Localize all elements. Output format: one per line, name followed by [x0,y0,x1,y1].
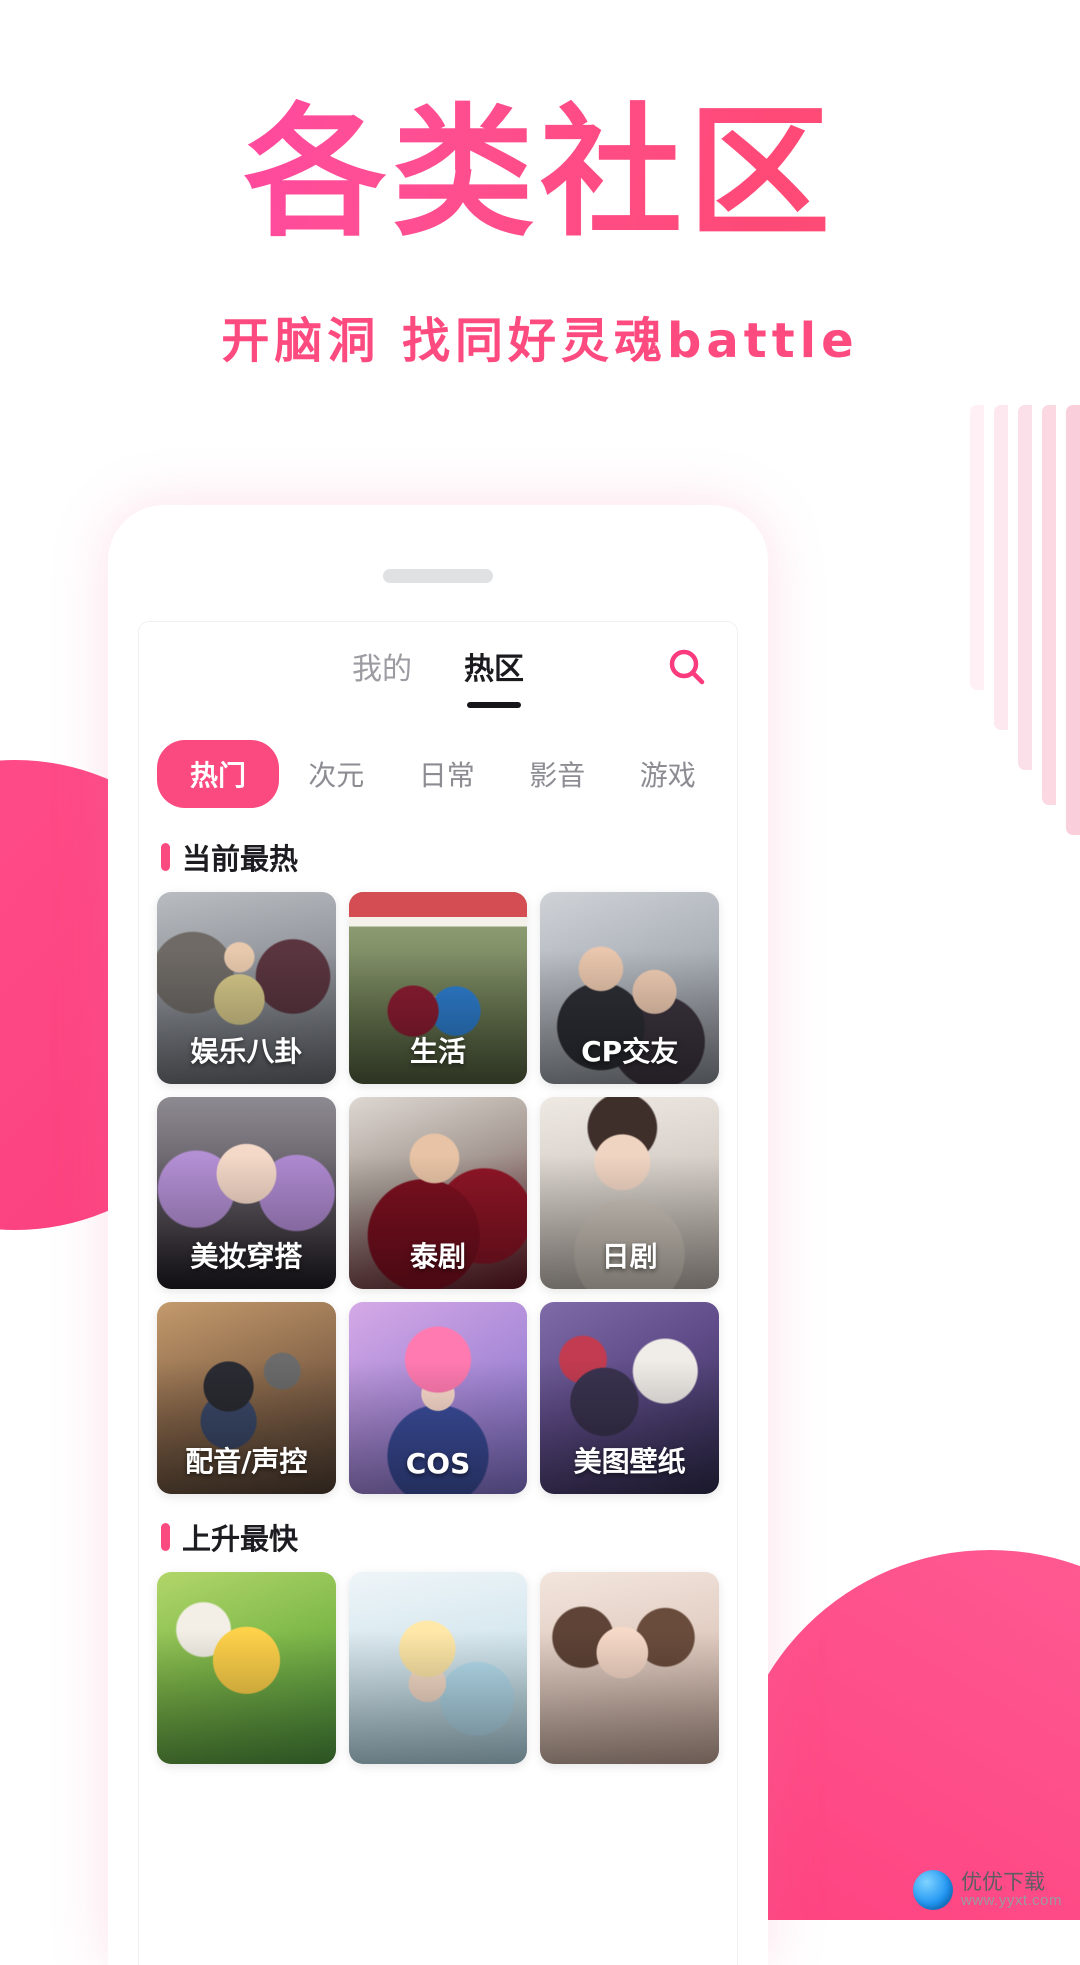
decor-white-circle-left [0,1245,60,1605]
tab-mine[interactable]: 我的 [352,644,412,692]
pill-games[interactable]: 游戏 [615,740,722,808]
card-label: 生活 [409,1035,466,1068]
page-title: 各类社区 [0,91,1080,257]
app-screen: 我的 热区 热门 次元 日常 影音 游戏 当前最热 娱乐八卦 生活 CP交友 美… [139,622,737,1965]
phone-speaker-slot [383,569,493,583]
category-pill-row: 热门 次元 日常 影音 游戏 [139,714,737,814]
community-card-japanese-drama[interactable]: 日剧 [540,1097,719,1289]
community-card-anime-art[interactable] [348,1572,528,1764]
section-header-fastest-rising: 上升最快 [139,1494,737,1572]
card-label: 美妆穿搭 [190,1240,303,1273]
section-title: 当前最热 [182,842,299,876]
site-watermark: 优优下载 www.yyxt.com [912,1869,1062,1910]
community-card-wallpapers[interactable]: 美图壁纸 [540,1302,719,1494]
community-card-entertainment[interactable]: 娱乐八卦 [157,892,336,1084]
watermark-site-url: www.yyxt.com [960,1892,1062,1910]
section-marker-bar [161,1523,170,1551]
phone-mockup: 我的 热区 热门 次元 日常 影音 游戏 当前最热 娱乐八卦 生活 CP交友 美… [108,505,768,1965]
community-grid-fastest-rising [139,1572,737,1764]
community-grid-current-hottest: 娱乐八卦 生活 CP交友 美妆穿搭 泰剧 日剧 配音/声控 COS 美图壁纸 [139,892,737,1494]
community-card-cp-friends[interactable]: CP交友 [540,892,719,1084]
page-subtitle: 开脑洞 找同好灵魂battle [221,312,859,369]
community-card-thai-drama[interactable]: 泰剧 [348,1097,528,1289]
section-header-current-hottest: 当前最热 [139,814,737,892]
tab-hotzone[interactable]: 热区 [464,644,524,692]
pill-hot[interactable]: 热门 [157,740,279,808]
decor-pink-circle-bottom-right [730,1550,1080,1920]
card-label: 日剧 [601,1240,658,1273]
pill-daily[interactable]: 日常 [394,740,501,808]
decor-stripes-right [950,405,1080,835]
watermark-logo-icon [912,1870,953,1910]
community-card-voice-acting[interactable]: 配音/声控 [157,1302,336,1494]
card-label: COS [405,1447,471,1480]
card-label: 泰剧 [409,1240,466,1273]
card-label: 配音/声控 [185,1445,308,1478]
search-icon[interactable] [663,644,711,692]
hero-section: 各类社区 开脑洞 找同好灵魂battle [0,0,1080,371]
pill-ciyuan[interactable]: 次元 [283,740,390,808]
card-label: 美图壁纸 [573,1445,686,1478]
community-card-farm-game[interactable] [157,1572,336,1764]
community-card-catgirl[interactable] [540,1572,719,1764]
community-card-beauty-fashion[interactable]: 美妆穿搭 [157,1097,336,1289]
top-tab-bar: 我的 热区 [139,622,737,714]
community-card-cosplay[interactable]: COS [348,1302,528,1494]
card-label: CP交友 [581,1035,679,1068]
community-card-life[interactable]: 生活 [348,892,528,1084]
card-gradient-overlay [540,1629,719,1764]
watermark-site-name: 优优下载 [960,1869,1045,1894]
card-gradient-overlay [157,1629,336,1764]
section-title: 上升最快 [182,1522,299,1556]
section-marker-bar [161,843,170,871]
watermark-text: 优优下载 www.yyxt.com [960,1869,1062,1910]
card-gradient-overlay [348,1629,528,1764]
card-label: 娱乐八卦 [190,1035,303,1068]
pill-media[interactable]: 影音 [504,740,611,808]
